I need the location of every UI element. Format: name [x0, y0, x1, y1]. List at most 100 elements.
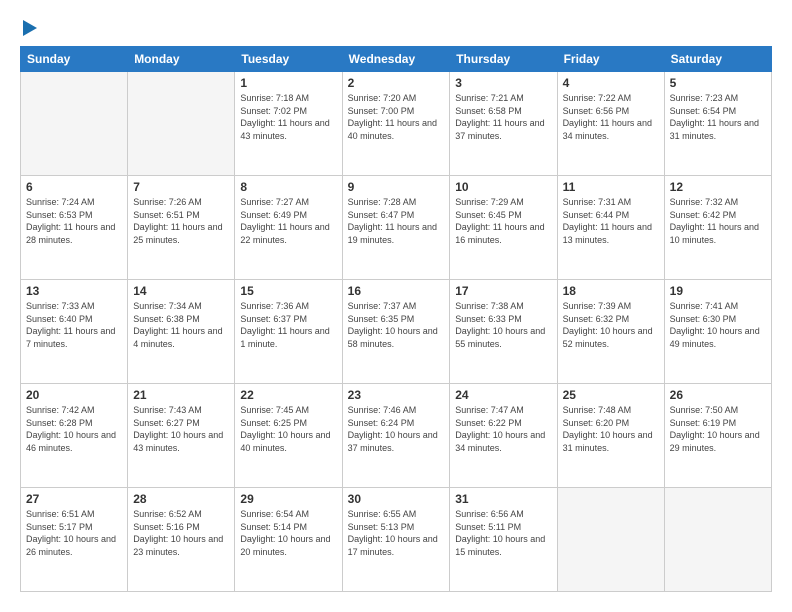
calendar-cell: 27 Sunrise: 6:51 AMSunset: 5:17 PMDayligh…	[21, 488, 128, 592]
day-number: 7	[133, 180, 229, 194]
calendar-cell: 7 Sunrise: 7:26 AMSunset: 6:51 PMDaylight…	[128, 176, 235, 280]
day-number: 5	[670, 76, 766, 90]
day-info: Sunrise: 6:55 AMSunset: 5:13 PMDaylight:…	[348, 508, 445, 558]
calendar-cell: 24 Sunrise: 7:47 AMSunset: 6:22 PMDayligh…	[450, 384, 557, 488]
day-info: Sunrise: 7:34 AMSunset: 6:38 PMDaylight:…	[133, 300, 229, 350]
day-number: 29	[240, 492, 336, 506]
calendar-cell: 3Sunrise: 7:21 AMSunset: 6:58 PMDaylight…	[450, 72, 557, 176]
day-info: Sunrise: 7:33 AMSunset: 6:40 PMDaylight:…	[26, 300, 122, 350]
day-number: 17	[455, 284, 551, 298]
calendar-cell: 2Sunrise: 7:20 AMSunset: 7:00 PMDaylight…	[342, 72, 450, 176]
col-sunday: Sunday	[21, 47, 128, 72]
day-info: Sunrise: 7:37 AMSunset: 6:35 PMDaylight:…	[348, 300, 445, 350]
day-info: Sunrise: 7:46 AMSunset: 6:24 PMDaylight:…	[348, 404, 445, 454]
day-number: 2	[348, 76, 445, 90]
calendar-cell: 5 Sunrise: 7:23 AMSunset: 6:54 PMDaylight…	[664, 72, 771, 176]
day-number: 18	[563, 284, 659, 298]
logo	[20, 20, 37, 34]
day-info: Sunrise: 7:31 AMSunset: 6:44 PMDaylight:…	[563, 196, 659, 246]
day-info: Sunrise: 6:54 AMSunset: 5:14 PMDaylight:…	[240, 508, 336, 558]
calendar-cell: 18 Sunrise: 7:39 AMSunset: 6:32 PMDayligh…	[557, 280, 664, 384]
logo-arrow-icon	[23, 20, 37, 36]
day-number: 30	[348, 492, 445, 506]
day-info: Sunrise: 7:45 AMSunset: 6:25 PMDaylight:…	[240, 404, 336, 454]
day-number: 12	[670, 180, 766, 194]
col-monday: Monday	[128, 47, 235, 72]
calendar-cell: 16 Sunrise: 7:37 AMSunset: 6:35 PMDayligh…	[342, 280, 450, 384]
calendar-cell	[21, 72, 128, 176]
calendar-cell: 8Sunrise: 7:27 AMSunset: 6:49 PMDaylight…	[235, 176, 342, 280]
calendar-cell: 1Sunrise: 7:18 AMSunset: 7:02 PMDaylight…	[235, 72, 342, 176]
day-number: 28	[133, 492, 229, 506]
day-info: Sunrise: 7:42 AMSunset: 6:28 PMDaylight:…	[26, 404, 122, 454]
calendar-cell: 19Sunrise: 7:41 AMSunset: 6:30 PMDayligh…	[664, 280, 771, 384]
calendar-cell: 28Sunrise: 6:52 AMSunset: 5:16 PMDayligh…	[128, 488, 235, 592]
calendar-cell: 26 Sunrise: 7:50 AMSunset: 6:19 PMDayligh…	[664, 384, 771, 488]
day-info: Sunrise: 7:48 AMSunset: 6:20 PMDaylight:…	[563, 404, 659, 454]
day-info: Sunrise: 7:24 AMSunset: 6:53 PMDaylight:…	[26, 196, 122, 246]
calendar-cell: 13 Sunrise: 7:33 AMSunset: 6:40 PMDayligh…	[21, 280, 128, 384]
calendar-cell: 21 Sunrise: 7:43 AMSunset: 6:27 PMDayligh…	[128, 384, 235, 488]
calendar-cell: 29 Sunrise: 6:54 AMSunset: 5:14 PMDayligh…	[235, 488, 342, 592]
calendar-cell: 4 Sunrise: 7:22 AMSunset: 6:56 PMDaylight…	[557, 72, 664, 176]
calendar-week-row: 13 Sunrise: 7:33 AMSunset: 6:40 PMDayligh…	[21, 280, 772, 384]
calendar-cell: 14 Sunrise: 7:34 AMSunset: 6:38 PMDayligh…	[128, 280, 235, 384]
day-info: Sunrise: 7:22 AMSunset: 6:56 PMDaylight:…	[563, 92, 659, 142]
day-info: Sunrise: 7:27 AMSunset: 6:49 PMDaylight:…	[240, 196, 336, 246]
day-number: 14	[133, 284, 229, 298]
calendar-cell	[128, 72, 235, 176]
day-number: 21	[133, 388, 229, 402]
day-info: Sunrise: 7:41 AMSunset: 6:30 PMDaylight:…	[670, 300, 766, 350]
calendar-cell: 22Sunrise: 7:45 AMSunset: 6:25 PMDayligh…	[235, 384, 342, 488]
day-number: 9	[348, 180, 445, 194]
calendar-cell: 25 Sunrise: 7:48 AMSunset: 6:20 PMDayligh…	[557, 384, 664, 488]
day-info: Sunrise: 7:43 AMSunset: 6:27 PMDaylight:…	[133, 404, 229, 454]
calendar-cell: 9 Sunrise: 7:28 AMSunset: 6:47 PMDaylight…	[342, 176, 450, 280]
calendar-cell: 31Sunrise: 6:56 AMSunset: 5:11 PMDayligh…	[450, 488, 557, 592]
day-number: 23	[348, 388, 445, 402]
day-number: 10	[455, 180, 551, 194]
calendar-cell: 20 Sunrise: 7:42 AMSunset: 6:28 PMDayligh…	[21, 384, 128, 488]
day-info: Sunrise: 7:26 AMSunset: 6:51 PMDaylight:…	[133, 196, 229, 246]
day-number: 16	[348, 284, 445, 298]
day-info: Sunrise: 7:18 AMSunset: 7:02 PMDaylight:…	[240, 92, 336, 142]
calendar-cell: 10Sunrise: 7:29 AMSunset: 6:45 PMDayligh…	[450, 176, 557, 280]
calendar-table: Sunday Monday Tuesday Wednesday Thursday…	[20, 46, 772, 592]
day-number: 4	[563, 76, 659, 90]
calendar-week-row: 6Sunrise: 7:24 AMSunset: 6:53 PMDaylight…	[21, 176, 772, 280]
day-info: Sunrise: 6:56 AMSunset: 5:11 PMDaylight:…	[455, 508, 551, 558]
day-number: 26	[670, 388, 766, 402]
calendar-cell: 6Sunrise: 7:24 AMSunset: 6:53 PMDaylight…	[21, 176, 128, 280]
col-tuesday: Tuesday	[235, 47, 342, 72]
calendar-cell: 23 Sunrise: 7:46 AMSunset: 6:24 PMDayligh…	[342, 384, 450, 488]
day-info: Sunrise: 7:32 AMSunset: 6:42 PMDaylight:…	[670, 196, 766, 246]
calendar-cell	[664, 488, 771, 592]
col-saturday: Saturday	[664, 47, 771, 72]
calendar-cell: 12 Sunrise: 7:32 AMSunset: 6:42 PMDayligh…	[664, 176, 771, 280]
day-info: Sunrise: 7:39 AMSunset: 6:32 PMDaylight:…	[563, 300, 659, 350]
day-info: Sunrise: 7:23 AMSunset: 6:54 PMDaylight:…	[670, 92, 766, 142]
calendar-cell	[557, 488, 664, 592]
day-info: Sunrise: 7:50 AMSunset: 6:19 PMDaylight:…	[670, 404, 766, 454]
day-info: Sunrise: 7:28 AMSunset: 6:47 PMDaylight:…	[348, 196, 445, 246]
calendar-cell: 30 Sunrise: 6:55 AMSunset: 5:13 PMDayligh…	[342, 488, 450, 592]
day-number: 27	[26, 492, 122, 506]
calendar-week-row: 20 Sunrise: 7:42 AMSunset: 6:28 PMDayligh…	[21, 384, 772, 488]
day-number: 15	[240, 284, 336, 298]
day-number: 25	[563, 388, 659, 402]
header	[20, 20, 772, 34]
col-wednesday: Wednesday	[342, 47, 450, 72]
day-number: 24	[455, 388, 551, 402]
calendar-cell: 11 Sunrise: 7:31 AMSunset: 6:44 PMDayligh…	[557, 176, 664, 280]
calendar-cell: 17 Sunrise: 7:38 AMSunset: 6:33 PMDayligh…	[450, 280, 557, 384]
day-info: Sunrise: 6:51 AMSunset: 5:17 PMDaylight:…	[26, 508, 122, 558]
day-number: 20	[26, 388, 122, 402]
day-number: 11	[563, 180, 659, 194]
day-info: Sunrise: 7:47 AMSunset: 6:22 PMDaylight:…	[455, 404, 551, 454]
day-info: Sunrise: 7:38 AMSunset: 6:33 PMDaylight:…	[455, 300, 551, 350]
page: Sunday Monday Tuesday Wednesday Thursday…	[0, 0, 792, 612]
calendar-header-row: Sunday Monday Tuesday Wednesday Thursday…	[21, 47, 772, 72]
calendar-cell: 15Sunrise: 7:36 AMSunset: 6:37 PMDayligh…	[235, 280, 342, 384]
day-number: 13	[26, 284, 122, 298]
col-friday: Friday	[557, 47, 664, 72]
